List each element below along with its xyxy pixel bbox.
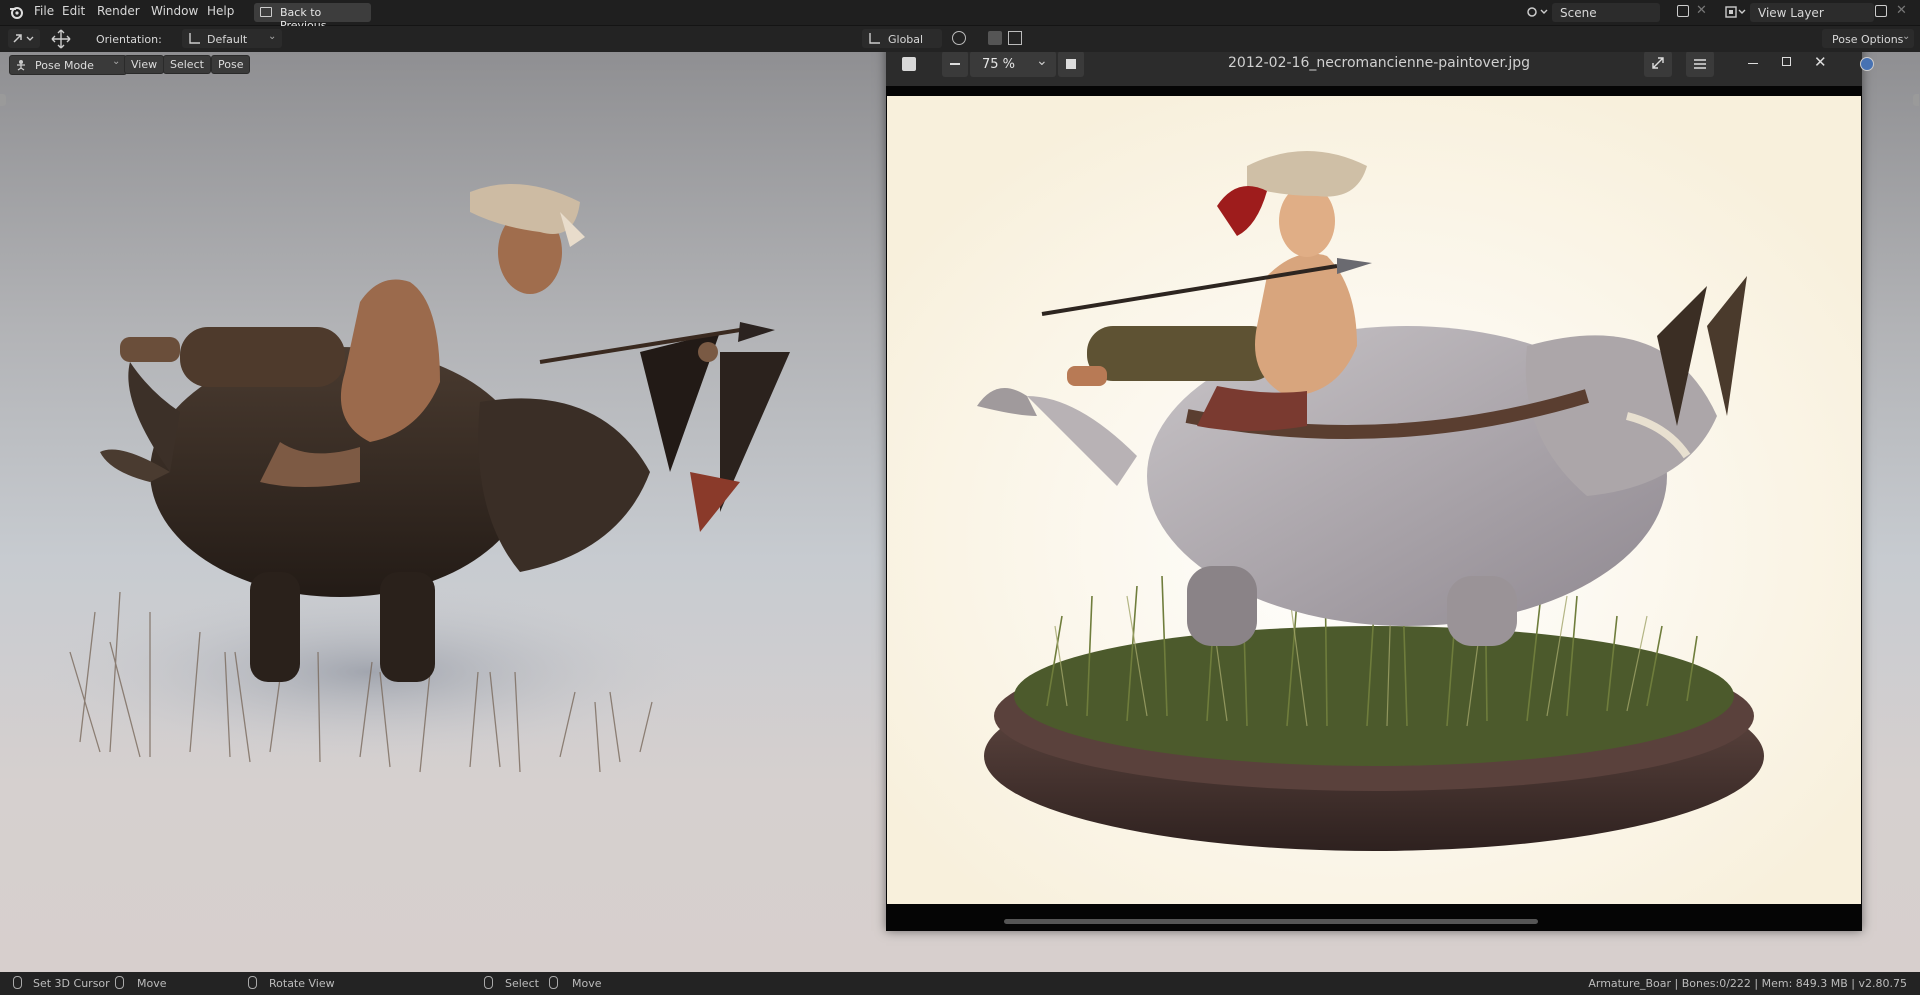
status-scene-info: Armature_Boar | Bones:0/222 | Mem: 849.3… [1588, 977, 1907, 990]
orientation-axes-icon [187, 32, 201, 45]
scene-icon[interactable] [1526, 4, 1550, 20]
status-bar: Set 3D Cursor Move Rotate View Select Mo… [0, 972, 1920, 995]
tool-settings-header: Orientation: Default ⌄ Global Pose Optio… [0, 26, 1920, 71]
image-viewer-toolbar: 75 % ⌄ 2012-02-16_necromancienne-paintov… [886, 52, 1862, 86]
axes-icon [867, 32, 881, 45]
sidebar-toggle-icon[interactable] [1913, 94, 1919, 106]
delete-scene-icon[interactable]: ✕ [1696, 3, 1707, 18]
viewport-shading-solid-icon[interactable] [1860, 57, 1874, 71]
plus-icon [1066, 59, 1076, 69]
status-rotate-view: Rotate View [269, 977, 335, 990]
menu-help[interactable]: Help [207, 4, 234, 18]
viewport-render-boar-rider [40, 184, 790, 773]
pose-options-label: Pose Options [1832, 33, 1904, 46]
orientation-dropdown[interactable]: Default ⌄ [182, 29, 282, 48]
viewer-menu-button[interactable] [1686, 52, 1714, 77]
scene-field[interactable]: Scene [1552, 3, 1660, 22]
minus-icon [950, 63, 960, 65]
maximize-icon[interactable] [1782, 57, 1791, 66]
view-layer-field[interactable]: View Layer [1750, 3, 1874, 22]
top-menu-bar: File Edit Render Window Help Back to Pre… [0, 0, 1920, 32]
tweak-tool-icon [11, 30, 37, 46]
displayed-image [887, 96, 1861, 904]
move-tool-icon[interactable] [50, 29, 72, 49]
orientation-value: Default [207, 33, 248, 46]
mouse-right-icon [484, 976, 493, 989]
mouse-drag-icon [115, 976, 124, 989]
mouse-right-drag-icon [549, 976, 558, 989]
zoom-level-dropdown[interactable]: 75 % ⌄ [970, 52, 1056, 77]
menu-window[interactable]: Window [151, 4, 198, 18]
image-viewer-app-icon [902, 57, 916, 71]
new-scene-icon[interactable] [1677, 5, 1689, 17]
pose-options-dropdown[interactable]: Pose Options ⌄ [1822, 29, 1914, 48]
menu-edit[interactable]: Edit [62, 4, 85, 18]
close-icon[interactable]: ✕ [1814, 53, 1827, 71]
status-move-2: Move [572, 977, 602, 990]
image-viewer-window[interactable]: 75 % ⌄ 2012-02-16_necromancienne-paintov… [886, 52, 1862, 931]
status-set-3d-cursor: Set 3D Cursor [33, 977, 110, 990]
paintover-image [887, 96, 1861, 904]
zoom-out-button[interactable] [942, 52, 968, 77]
status-select: Select [505, 977, 539, 990]
expand-icon [1651, 56, 1665, 70]
zoom-level-value: 75 % [982, 57, 1016, 72]
transform-orientation-value: Global [888, 33, 924, 46]
chevron-down-icon: ⌄ [268, 31, 277, 42]
view-layer-icon[interactable] [1724, 4, 1748, 20]
minimize-icon[interactable] [1748, 63, 1758, 64]
new-view-layer-icon[interactable] [1875, 5, 1887, 17]
screen-icon [260, 7, 272, 17]
3d-viewport[interactable]: Pose Mode ⌄ View Select Pose 75 % ⌄ 2012… [0, 52, 1920, 972]
snap-icon[interactable] [988, 31, 1002, 45]
pivot-icon[interactable] [952, 31, 966, 45]
back-to-previous-button[interactable]: Back to Previous [254, 3, 371, 32]
zoom-in-button[interactable] [1058, 52, 1084, 77]
image-viewer-canvas-area [886, 86, 1862, 931]
mouse-middle-icon [248, 976, 257, 989]
transform-orientation-dropdown[interactable]: Global [862, 29, 942, 48]
image-filename-title: 2012-02-16_necromancienne-paintover.jpg [1228, 55, 1531, 71]
chevron-down-icon: ⌄ [1902, 31, 1911, 42]
tool-selector[interactable] [8, 29, 40, 48]
delete-view-layer-icon[interactable]: ✕ [1896, 3, 1907, 18]
menu-render[interactable]: Render [97, 4, 140, 18]
fullscreen-button[interactable] [1644, 52, 1672, 77]
horizontal-scrollbar[interactable] [1004, 919, 1538, 924]
mouse-left-icon [13, 976, 22, 989]
status-move: Move [137, 977, 167, 990]
scene-label: Scene [1560, 6, 1597, 20]
proportional-icon[interactable] [1008, 31, 1022, 45]
hamburger-icon [1694, 58, 1706, 70]
menu-file[interactable]: File [34, 4, 54, 18]
chevron-down-icon: ⌄ [1036, 53, 1048, 69]
orientation-label: Orientation: [96, 33, 162, 46]
view-layer-label: View Layer [1758, 6, 1824, 20]
blender-logo-icon[interactable] [9, 5, 23, 19]
